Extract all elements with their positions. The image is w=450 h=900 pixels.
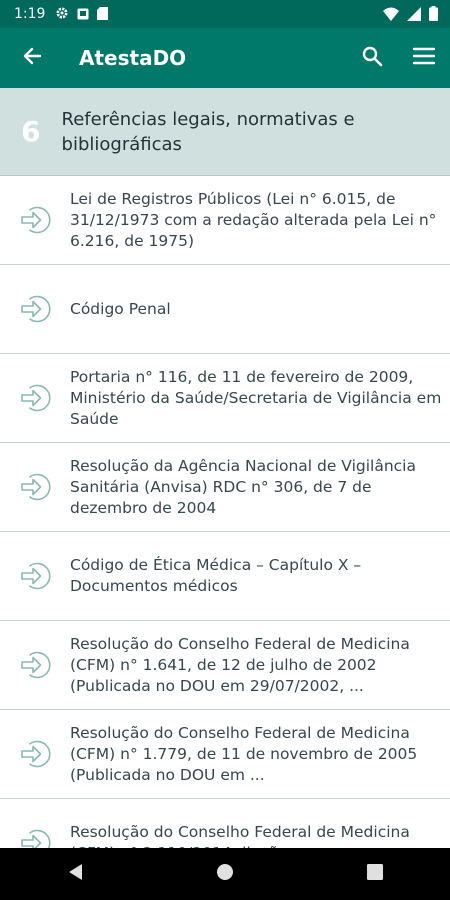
back-button[interactable] [0,28,64,88]
section-title: Referências legais, normativas e bibliog… [61,108,355,155]
app-bar: AtestaDO [0,28,450,88]
menu-button[interactable] [398,28,450,88]
square-recents-icon [367,864,383,884]
list-item[interactable]: Resolução do Conselho Federal de Medicin… [0,621,450,710]
app-title: AtestaDO [79,46,187,70]
arrow-right-circle-icon [0,799,70,848]
nav-back-button[interactable] [45,848,105,900]
wifi-icon [383,6,399,25]
list-item[interactable]: Portaria n° 116, de 11 de fevereiro de 2… [0,354,450,443]
list-item[interactable]: Código de Ética Médica – Capítulo X – Do… [0,532,450,621]
notification-icon [77,5,89,24]
list-item-text: Resolução do Conselho Federal de Medicin… [70,823,410,848]
navigation-bar [0,848,450,900]
nav-recents-button[interactable] [345,848,405,900]
menu-icon [412,47,436,69]
list-item-text: Resolução do Conselho Federal de Medicin… [70,634,410,695]
gear-icon [55,5,69,24]
search-button[interactable] [346,28,398,88]
list-item[interactable]: Código Penal [0,265,450,354]
circle-home-icon [216,863,234,885]
arrow-right-circle-icon [0,176,70,265]
list-item[interactable]: Resolução do Conselho Federal de Medicin… [0,710,450,799]
list-item[interactable]: Resolução do Conselho Federal de Medicin… [0,799,450,848]
nav-home-button[interactable] [195,848,255,900]
section-number: 6 [21,115,41,148]
references-list: Lei de Registros Públicos (Lei n° 6.015,… [0,176,450,848]
section-header: 6 Referências legais, normativas e bibli… [0,88,450,176]
arrow-left-icon [22,46,42,70]
arrow-right-circle-icon [0,265,70,354]
status-time: 1:19 [14,6,46,22]
list-item[interactable]: Resolução da Agência Nacional de Vigilân… [0,443,450,532]
list-item[interactable]: Lei de Registros Públicos (Lei n° 6.015,… [0,176,450,265]
arrow-right-circle-icon [0,443,70,532]
arrow-right-circle-icon [0,354,70,443]
search-icon [361,45,383,71]
arrow-right-circle-icon [0,532,70,621]
battery-icon [429,6,438,25]
list-item-text: Portaria n° 116, de 11 de fevereiro de 2… [70,367,442,428]
triangle-back-icon [67,863,83,885]
arrow-right-circle-icon [0,621,70,710]
status-bar: 1:19 [0,0,450,28]
list-item-text: Resolução do Conselho Federal de Medicin… [70,723,418,784]
sd-card-icon [97,5,109,24]
arrow-right-circle-icon [0,710,70,799]
list-item-text: Resolução da Agência Nacional de Vigilân… [70,456,416,517]
list-item-text: Lei de Registros Públicos (Lei n° 6.015,… [70,189,437,250]
list-item-text: Código Penal [70,299,171,318]
signal-icon [407,6,421,25]
list-item-text: Código de Ética Médica – Capítulo X – Do… [70,556,362,595]
